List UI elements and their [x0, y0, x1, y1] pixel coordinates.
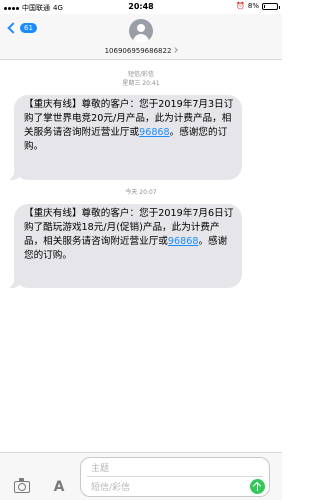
message-1-phone-link[interactable]: 96868: [139, 127, 170, 138]
message-2-phone-link[interactable]: 96868: [168, 236, 199, 247]
input-divider: [87, 476, 263, 477]
appstore-icon[interactable]: A: [50, 479, 68, 495]
message-input-box[interactable]: 主题 短信/彩信: [80, 457, 270, 497]
timestamp-1: 星期三 20:41: [122, 80, 160, 87]
subject-field[interactable]: 主题: [91, 461, 109, 474]
battery-level: [264, 4, 265, 8]
back-button[interactable]: 61: [6, 22, 37, 34]
send-arrow-icon[interactable]: [250, 479, 265, 494]
status-right: ⏰ 8%: [236, 2, 280, 10]
composer-bar: A 主题 短信/彩信: [0, 452, 282, 500]
unread-count-badge: 61: [20, 23, 37, 33]
conversation-header: 61 106906959686822: [0, 14, 282, 60]
message-bubble-1[interactable]: 【重庆有线】尊敬的客户：您于2019年7月3日订购了掌世界电竞20元/月产品，此…: [6, 95, 242, 180]
status-bar: 中国联通 4G 20:48 ⏰ 8%: [0, 0, 282, 14]
messages-screen: 中国联通 4G 20:48 ⏰ 8% 61 106906959686822 短信…: [0, 0, 282, 500]
person-icon: [137, 24, 145, 32]
battery-percent: 8%: [247, 2, 259, 10]
chevron-left-icon: [7, 22, 19, 34]
person-icon-body: [133, 34, 149, 43]
camera-icon[interactable]: [14, 478, 30, 493]
chevron-right-icon: [172, 47, 179, 53]
message-type-label: 短信/彩信 星期三 20:41: [0, 70, 282, 88]
message-type-text: 短信/彩信: [127, 71, 155, 78]
sender-number[interactable]: 106906959686822: [0, 47, 282, 55]
message-bubble-2[interactable]: 【重庆有线】尊敬的客户：您于2019年7月6日订购了酷玩游戏18元/月(促销)产…: [6, 204, 242, 288]
message-field[interactable]: 短信/彩信: [91, 480, 130, 493]
battery-icon: [262, 2, 280, 10]
alarm-icon: ⏰: [236, 2, 245, 10]
contact-avatar[interactable]: [129, 19, 153, 43]
sender-number-text: 106906959686822: [104, 47, 172, 55]
timestamp-2: 今天 20:07: [125, 189, 157, 196]
